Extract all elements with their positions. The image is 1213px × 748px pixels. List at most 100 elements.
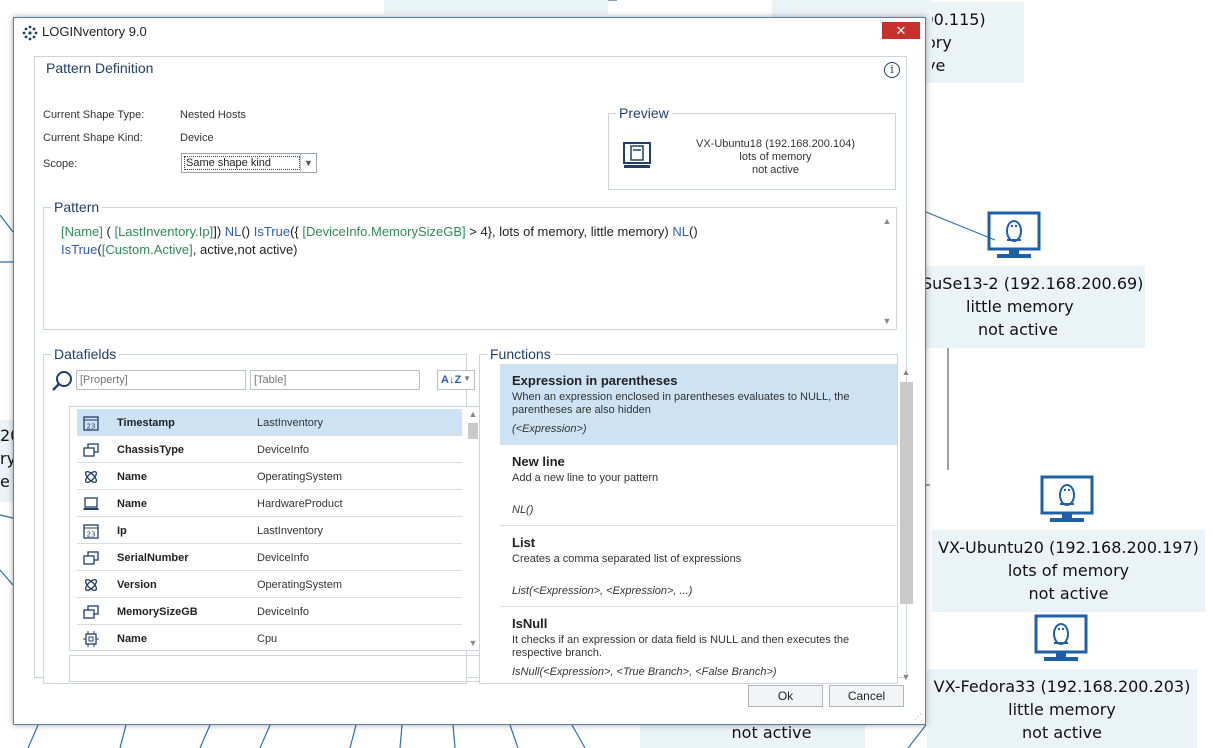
search-icon[interactable] — [51, 370, 73, 392]
pattern-line: [Name] ( [LastInventory.Ip]]) NL() IsTru… — [61, 223, 698, 241]
function-item[interactable]: New line Add a new line to your pattern NL… — [500, 445, 897, 526]
diagram-node-ubuntu20[interactable]: VX-Ubuntu20 (192.168.200.197) lots of me… — [932, 530, 1205, 612]
pattern-field-token: [LastInventory.Ip] — [114, 224, 214, 239]
datafield-table: OperatingSystem — [257, 579, 342, 591]
datafield-name: Version — [117, 579, 157, 591]
close-button[interactable]: ✕ — [882, 22, 920, 39]
pattern-line: IsTrue([Custom.Active], active,not activ… — [61, 241, 698, 259]
datafield-table: Cpu — [257, 633, 278, 645]
function-description: It checks if an expression or data field… — [512, 634, 850, 659]
datafield-name: Name — [117, 633, 147, 645]
functions-scrollbar[interactable]: ▲ ▼ — [899, 364, 913, 684]
pattern-field-token: [Custom.Active] — [101, 242, 193, 257]
datafield-name: MemorySizeGB — [117, 606, 198, 618]
function-signature: NL() — [512, 504, 534, 516]
scroll-thumb[interactable] — [468, 423, 478, 439]
datafields-scrollbar[interactable]: ▲ ▼ — [466, 407, 480, 650]
function-title: List — [512, 535, 536, 550]
calendar-icon: 23 — [83, 415, 99, 431]
pattern-function-token: IsTrue — [61, 242, 98, 257]
scroll-down-icon[interactable]: ▼ — [899, 672, 913, 682]
datafield-row[interactable]: 23 Timestamp LastInventory — [77, 409, 462, 436]
pattern-text-token: ({ — [290, 224, 303, 239]
linux-tux-monitor-icon[interactable] — [987, 211, 1043, 261]
preview-title: Preview — [616, 105, 672, 121]
calendar-icon: 23 — [83, 523, 99, 539]
datafield-table: LastInventory — [257, 525, 324, 537]
scope-select[interactable]: Same shape kind ▼ — [181, 153, 317, 173]
ok-button[interactable]: Ok — [748, 685, 823, 707]
pattern-definition-title: Pattern Definition — [43, 60, 157, 76]
pattern-group: Pattern [Name] ( [LastInventory.Ip]]) NL… — [43, 199, 897, 330]
datafield-name: ChassisType — [117, 444, 185, 456]
datafield-row[interactable]: Name Cpu — [77, 625, 462, 650]
pattern-text-token: ]) — [213, 224, 225, 239]
datafield-row[interactable]: ChassisType DeviceInfo — [77, 436, 462, 463]
node-line: 3.200.115) — [926, 10, 986, 29]
datafield-row[interactable]: 23 Ip LastInventory — [77, 517, 462, 544]
function-item[interactable]: IsNull It checks if an expression or data… — [500, 607, 897, 684]
scroll-up-icon[interactable]: ▲ — [466, 409, 480, 419]
scroll-down-icon[interactable]: ▼ — [466, 638, 480, 648]
windows-stack-icon — [83, 442, 99, 458]
scope-label: Scope: — [43, 158, 78, 170]
preview-line: VX-Ubuntu18 (192.168.200.104) — [695, 138, 855, 150]
chevron-down-icon[interactable]: ▼ — [300, 154, 316, 172]
sort-button[interactable]: A↓Z ▼ — [437, 370, 475, 390]
function-item[interactable]: Expression in parentheses When an express… — [500, 364, 897, 445]
pattern-scrollbar[interactable]: ▲ ▼ — [880, 216, 894, 326]
title-bar[interactable]: LOGINventory 9.0 ✕ — [14, 18, 925, 46]
diagram-node-partial-top — [384, 0, 608, 14]
table-filter-input[interactable] — [250, 370, 420, 390]
function-title: Expression in parentheses — [512, 373, 678, 388]
scroll-down-icon[interactable]: ▼ — [880, 316, 894, 326]
functions-title: Functions — [487, 346, 554, 362]
scroll-up-icon[interactable]: ▲ — [899, 367, 913, 377]
property-filter-input[interactable] — [76, 370, 246, 390]
function-signature: IsNull(<Expression>, <True Branch>, <Fal… — [512, 666, 777, 678]
datafield-row[interactable]: Version OperatingSystem — [77, 571, 462, 598]
datafield-table: DeviceInfo — [257, 606, 309, 618]
datafield-name: Name — [117, 498, 147, 510]
diagram-node-partial-left[interactable]: 20 ry e — [0, 420, 13, 502]
linux-tux-monitor-icon[interactable] — [1034, 614, 1090, 664]
function-signature: (<Expression>) — [512, 423, 587, 435]
datafield-row[interactable]: Name OperatingSystem — [77, 463, 462, 490]
resize-grip-icon[interactable]: ⋰ — [914, 712, 922, 721]
pattern-text-token: () — [689, 224, 698, 239]
node-line: not active — [978, 320, 1058, 339]
node-line: ory — [926, 33, 952, 52]
pattern-function-token: IsTrue — [253, 224, 291, 239]
function-item[interactable]: List Creates a comma separated list of ex… — [500, 526, 897, 607]
datafield-name: Timestamp — [117, 417, 175, 429]
function-title: New line — [512, 454, 565, 469]
pattern-text-token: > 4}, lots of memory, little memory) — [465, 224, 673, 239]
datafield-table: DeviceInfo — [257, 552, 309, 564]
scroll-up-icon[interactable]: ▲ — [880, 216, 894, 226]
pattern-field-token: [Name] — [61, 224, 103, 239]
shape-type-value: Nested Hosts — [180, 109, 247, 121]
diagram-node-suse13[interactable]: SuSe13-2 (192.168.200.69) little memory … — [926, 266, 1145, 348]
pattern-editor[interactable]: [Name] ( [LastInventory.Ip]]) NL() IsTru… — [61, 223, 698, 259]
pattern-title: Pattern — [51, 199, 103, 215]
datafield-row[interactable]: MemorySizeGB DeviceInfo — [77, 598, 462, 625]
datafields-footer — [69, 655, 482, 682]
scroll-thumb[interactable] — [900, 382, 913, 604]
laptop-icon — [83, 496, 99, 512]
node-line: little memory — [1008, 700, 1116, 719]
functions-list: Expression in parentheses When an express… — [500, 364, 917, 684]
datafield-row[interactable]: Name HardwareProduct — [77, 490, 462, 517]
datafield-row[interactable]: SerialNumber DeviceInfo — [77, 544, 462, 571]
info-icon[interactable]: i — [884, 62, 900, 78]
diagram-node-partial-top-right[interactable]: 3.200.115) ory ve — [926, 2, 1024, 83]
pattern-text-token: () — [241, 224, 254, 239]
app-logo-icon — [22, 25, 38, 41]
pattern-definition-group: Pattern Definition i Current Shape Type:… — [34, 56, 913, 684]
datafield-table: LastInventory — [257, 417, 324, 429]
pattern-text-token: , active,not active) — [192, 242, 298, 257]
scope-selected-value: Same shape kind — [184, 156, 300, 170]
linux-tux-monitor-icon[interactable] — [1040, 475, 1096, 525]
sort-az-icon: A↓Z — [441, 374, 462, 386]
diagram-node-fedora33[interactable]: VX-Fedora33 (192.168.200.203) little mem… — [927, 669, 1197, 748]
cancel-button[interactable]: Cancel — [829, 685, 904, 707]
